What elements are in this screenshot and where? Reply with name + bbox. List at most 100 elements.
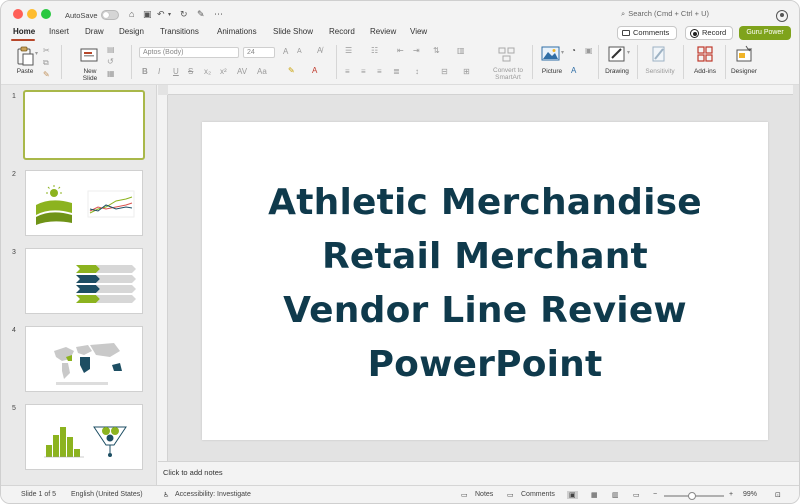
more-icon[interactable]: ⋯ [214,9,223,20]
normal-view-icon[interactable]: ▣ [567,491,578,499]
tab-review[interactable]: Review [370,27,396,36]
slide-thumbnail-3[interactable] [25,248,143,314]
convert-smartart-label: Convert to SmartArt [493,67,523,81]
tab-transitions[interactable]: Transitions [160,27,199,36]
underline-icon[interactable]: U [173,67,179,76]
format-painter-qa-icon[interactable]: ✎ [197,9,205,20]
language-indicator[interactable]: English (United States) [71,491,143,498]
autosave-label: AutoSave [65,11,98,20]
tab-design[interactable]: Design [119,27,144,36]
tab-record[interactable]: Record [329,27,355,36]
paste-label: Paste [16,68,34,75]
text-direction-icon[interactable]: ⇅ [433,46,440,55]
designer-icon[interactable] [734,44,754,64]
section-icon[interactable]: ▦ [107,69,115,78]
fit-to-window-icon[interactable]: ⊡ [775,491,781,499]
zoom-level[interactable]: 99% [743,491,757,498]
accessibility-status[interactable]: Accessibility: Investigate [175,491,251,498]
arrange-icon[interactable]: ▣ [585,46,593,55]
align-left-icon[interactable]: ≡ [345,67,350,76]
picture-dropdown-icon[interactable]: ▾ [561,49,564,56]
italic-icon[interactable]: I [158,67,160,76]
paste-dropdown-icon[interactable]: ▾ [35,50,38,57]
smartart-icon[interactable] [497,45,517,63]
cut-icon[interactable]: ✂ [43,46,50,55]
copy-icon[interactable]: ⧉ [43,58,49,68]
comments-button[interactable]: Comments [617,26,677,40]
bold-icon[interactable]: B [142,67,148,76]
char-spacing-icon[interactable]: AV [237,67,247,76]
text-box-insert-icon[interactable]: A [571,66,576,75]
tab-slide-show[interactable]: Slide Show [273,27,313,36]
font-color-icon[interactable]: A [312,66,317,75]
home-icon[interactable]: ⌂ [129,9,134,19]
comments-toggle[interactable]: Comments [521,491,555,498]
tab-animations[interactable]: Animations [217,27,257,36]
highlight-icon[interactable]: ✎ [288,66,295,75]
bullets-icon[interactable]: ☰ [345,46,352,55]
picture-icon[interactable] [541,45,561,63]
columns-icon[interactable]: ▥ [457,46,465,55]
sensitivity-icon[interactable] [649,44,669,64]
tab-view[interactable]: View [410,27,427,36]
tab-home[interactable]: Home [13,27,35,36]
close-window-button[interactable] [13,9,23,19]
notes-toggle[interactable]: Notes [475,491,493,498]
subscript-icon[interactable]: x₂ [204,67,211,76]
decrease-font-icon[interactable]: A [297,48,302,55]
redo-icon[interactable]: ↻ [180,9,188,20]
line-spacing-icon[interactable]: ↕ [415,67,419,76]
text-box-icon[interactable]: ⊞ [463,67,470,76]
numbering-icon[interactable]: ☷ [371,46,378,55]
paste-icon[interactable] [15,46,35,66]
reading-view-icon[interactable]: ▥ [612,491,619,499]
drawing-dropdown-icon[interactable]: ▾ [627,49,630,56]
superscript-icon[interactable]: x² [220,67,227,76]
zoom-slider-handle[interactable] [688,492,696,500]
zoom-out-icon[interactable]: − [653,491,657,498]
slideshow-view-icon[interactable]: ▭ [633,491,640,499]
font-name-dropdown[interactable]: Aptos (Body) [139,47,239,58]
record-button[interactable]: Record [685,26,733,40]
addins-icon[interactable] [695,44,715,64]
search-box[interactable]: ⌕ Search (Cmd + Ctrl + U) [621,9,741,23]
undo-dropdown-icon[interactable]: ▾ [168,11,171,18]
slide-thumbnail-panel[interactable]: 1 2 — 3 4 5 [1,85,157,485]
slide-thumbnail-5[interactable] [25,404,143,470]
decrease-indent-icon[interactable]: ⇤ [397,46,404,55]
align-center-icon[interactable]: ≡ [361,67,366,76]
format-painter-icon[interactable]: ✎ [43,70,50,79]
layout-icon[interactable]: ▤ [107,45,115,54]
undo-icon[interactable]: ↶ [157,9,165,20]
slide-thumbnail-2[interactable]: — [25,170,143,236]
slide-thumbnail-1[interactable] [23,90,145,160]
autosave-toggle[interactable] [101,10,119,20]
maximize-window-button[interactable] [41,9,51,19]
tab-insert[interactable]: Insert [49,27,69,36]
slide-thumbnail-4[interactable] [25,326,143,392]
tab-draw[interactable]: Draw [85,27,104,36]
increase-font-icon[interactable]: A [283,47,288,56]
align-text-icon[interactable]: ⊟ [441,67,448,76]
new-slide-icon[interactable] [79,45,101,65]
save-icon[interactable]: ▣ [143,9,152,20]
shapes-icon[interactable]: ◔ [571,46,576,55]
align-right-icon[interactable]: ≡ [377,67,382,76]
change-case-icon[interactable]: Aa [257,67,267,76]
slide-4-preview [54,343,122,385]
minimize-window-button[interactable] [27,9,37,19]
strikethrough-icon[interactable]: S [188,67,193,76]
notes-pane[interactable]: Click to add notes [158,461,799,485]
guru-power-button[interactable]: Guru Power [739,26,791,40]
clear-format-icon[interactable]: A̸ [317,46,322,55]
slide-sorter-icon[interactable]: ▦ [591,491,598,499]
slide-title[interactable]: Athletic Merchandise Retail Merchant Ven… [202,176,768,392]
increase-indent-icon[interactable]: ⇥ [413,46,420,55]
zoom-in-icon[interactable]: + [729,491,733,498]
justify-icon[interactable]: ≣ [393,67,400,76]
font-size-dropdown[interactable]: 24 [243,47,275,58]
current-slide[interactable]: Athletic Merchandise Retail Merchant Ven… [202,122,768,440]
reset-icon[interactable]: ↺ [107,57,114,66]
account-icon[interactable] [776,10,788,22]
drawing-icon[interactable] [607,44,627,64]
